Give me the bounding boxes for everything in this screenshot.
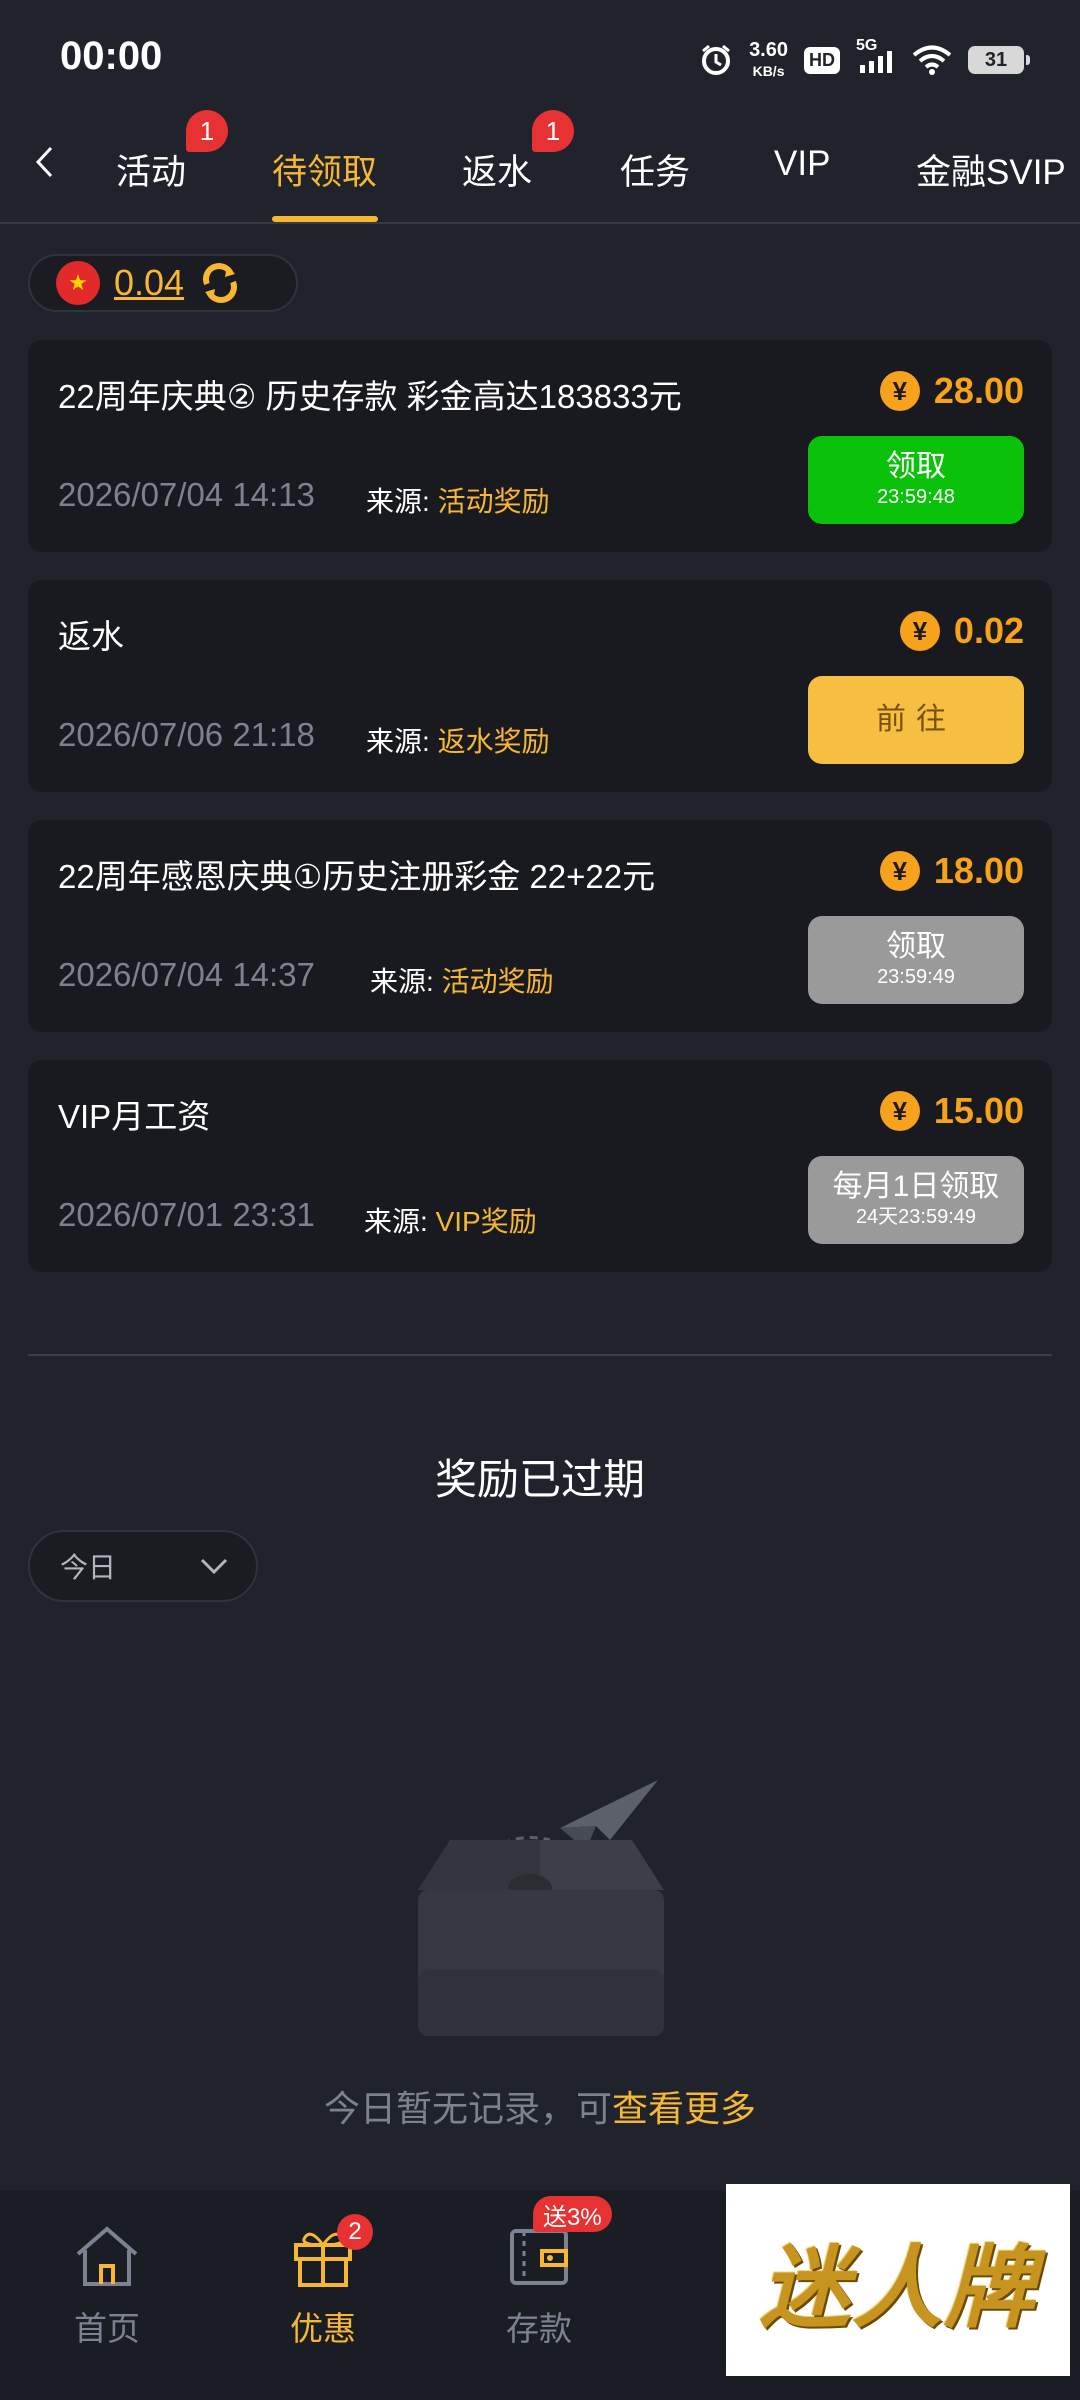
reward-date: 2026/07/04 14:13 — [58, 476, 315, 513]
gift-icon: 2 — [287, 2214, 373, 2292]
tab-tasks[interactable]: 任务 — [620, 144, 690, 195]
yen-icon: ¥ — [879, 371, 920, 411]
date-filter-dropdown[interactable]: 今日 — [28, 1530, 258, 1602]
chevron-down-icon — [198, 1550, 230, 1587]
tab-bar: 活动 1 待领取 返水 1 任务 VIP 金融SVIP — [0, 110, 1080, 224]
yen-icon: ¥ — [899, 611, 940, 651]
reward-amount: ¥ 0.02 — [899, 610, 1024, 652]
status-time: 00:00 — [60, 34, 163, 78]
wallet-icon: 送3% — [503, 2196, 612, 2292]
balance-pill: ★ 0.04 — [28, 254, 298, 312]
tab-pending[interactable]: 待领取 — [272, 144, 377, 195]
go-button[interactable]: 前往 — [808, 676, 1024, 764]
tab-active-indicator — [272, 216, 378, 222]
nav-deposit[interactable]: 送3% 存款 — [464, 2196, 614, 2350]
tab-rebate[interactable]: 返水 — [462, 144, 532, 195]
tab-activity-badge: 1 — [186, 110, 228, 152]
reward-card: 22周年感恩庆典①历史注册彩金 22+22元 2026/07/04 14:37 … — [28, 820, 1052, 1032]
alarm-icon — [699, 43, 733, 77]
reward-title: 22周年感恩庆典①历史注册彩金 22+22元 — [58, 858, 656, 895]
reward-source: 来源: VIP奖励 — [364, 1206, 537, 1237]
tab-activity[interactable]: 活动 — [116, 144, 186, 195]
expired-section-title: 奖励已过期 — [434, 1456, 645, 1503]
home-icon — [71, 2220, 143, 2292]
brand-logo-watermark: 迷人牌 — [726, 2184, 1070, 2376]
back-arrow-icon[interactable] — [26, 140, 62, 184]
reward-amount: ¥ 18.00 — [879, 850, 1024, 892]
reward-title: VIP月工资 — [58, 1098, 211, 1135]
reward-card: 返水 2026/07/06 21:18 来源: 返水奖励 ¥ 0.02 前往 — [28, 580, 1052, 792]
claim-button-disabled[interactable]: 领取 23:59:49 — [808, 916, 1024, 1004]
section-divider — [28, 1354, 1052, 1356]
status-icons: 3.60 KB/s HD 5G 31 — [699, 34, 1030, 86]
battery-icon: 31 — [968, 46, 1030, 74]
nav-promotions[interactable]: 2 优惠 — [248, 2214, 398, 2350]
yen-icon: ¥ — [879, 1091, 920, 1131]
date-filter-value: 今日 — [60, 1552, 117, 1583]
wifi-icon — [912, 44, 952, 76]
status-bar: 00:00 3.60 KB/s HD 5G 31 — [0, 0, 1080, 110]
reward-date: 2026/07/01 23:31 — [58, 1196, 315, 1233]
reward-title: 返水 — [58, 618, 124, 655]
reward-card: VIP月工资 2026/07/01 23:31 来源: VIP奖励 ¥ 15.0… — [28, 1060, 1052, 1272]
tab-svip[interactable]: 金融SVIP — [916, 144, 1066, 195]
net-speed: 3.60 KB/s — [749, 38, 788, 79]
reward-source: 来源: 活动奖励 — [366, 486, 550, 517]
tab-vip[interactable]: VIP — [774, 144, 830, 184]
nav-home[interactable]: 首页 — [32, 2220, 182, 2350]
hd-icon: HD — [804, 46, 840, 74]
monthly-claim-button[interactable]: 每月1日领取 24天23:59:49 — [808, 1156, 1024, 1244]
reward-amount: ¥ 28.00 — [879, 370, 1024, 412]
empty-state-text: 今日暂无记录，可查看更多 — [323, 2088, 757, 2129]
reward-date: 2026/07/06 21:18 — [58, 716, 315, 753]
empty-box-illustration — [410, 1770, 670, 2040]
reward-source: 来源: 返水奖励 — [366, 726, 550, 757]
china-flag-icon: ★ — [56, 261, 100, 305]
reward-card: 22周年庆典② 历史存款 彩金高达183833元 2026/07/04 14:1… — [28, 340, 1052, 552]
reward-title: 22周年庆典② 历史存款 彩金高达183833元 — [58, 378, 682, 415]
promotions-badge: 2 — [337, 2214, 373, 2250]
refresh-icon[interactable] — [198, 261, 242, 305]
brand-logo-text: 迷人牌 — [760, 2235, 1036, 2341]
deposit-bonus-badge: 送3% — [533, 2196, 612, 2232]
reward-date: 2026/07/04 14:37 — [58, 956, 315, 993]
balance-value[interactable]: 0.04 — [114, 262, 184, 304]
signal-icon: 5G — [856, 37, 896, 75]
claim-button[interactable]: 领取 23:59:48 — [808, 436, 1024, 524]
yen-icon: ¥ — [879, 851, 920, 891]
reward-amount: ¥ 15.00 — [879, 1090, 1024, 1132]
reward-source: 来源: 活动奖励 — [370, 966, 554, 997]
tab-rebate-badge: 1 — [532, 110, 574, 152]
view-more-link[interactable]: 查看更多 — [612, 2088, 756, 2129]
